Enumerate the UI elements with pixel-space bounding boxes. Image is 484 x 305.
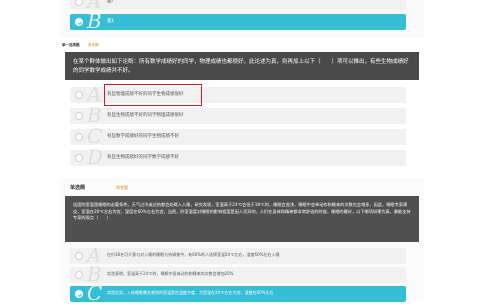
option-letter: B bbox=[87, 9, 102, 33]
question-box: 在某个群体做出如下论断：所有数学成绩好的同学，物理成绩也都很好。此论述为真，则再… bbox=[65, 52, 419, 80]
option-a[interactable]: A 面ⅰ bbox=[70, 0, 406, 12]
option-b[interactable]: B 面ⅱ bbox=[70, 10, 406, 32]
radio-button[interactable] bbox=[75, 91, 83, 99]
top-question-card: A 面ⅰ B 面ⅱ bbox=[60, 0, 424, 38]
question-text: 在某个群体做出如下论断：所有数学成绩好的同学，物理成绩也都很好。此论述为真，则再… bbox=[73, 59, 409, 74]
radio-button-checked[interactable] bbox=[75, 290, 83, 298]
option-letter: A bbox=[87, 82, 102, 106]
option-text: 在约38名可介意与对入睡的睡眠与待调查中，有60%的人选择室温20℃左右，湿度6… bbox=[107, 252, 280, 257]
radio-button-checked[interactable] bbox=[75, 18, 83, 26]
section-title: 单选题 bbox=[70, 185, 86, 191]
option-letter: D bbox=[87, 145, 104, 169]
question-tag: 常考题 bbox=[88, 43, 99, 47]
option-text: 有些数学成绩好的同学生物成绩不好 bbox=[107, 134, 179, 139]
radio-button[interactable] bbox=[75, 252, 83, 260]
option-letter: C bbox=[87, 281, 103, 305]
option-text: 实验证实，入体睡眠最先感觉的室温是在温度中度，为室温在20℃左右为宜，湿度在60… bbox=[107, 290, 274, 295]
radio-button[interactable] bbox=[75, 133, 83, 141]
second-question-card: 单选题 常考题 适度的室温是睡眠的必要条件。天气过冷或过热都会妨碍入人睡，研究发… bbox=[60, 178, 424, 304]
highlight-annotation bbox=[104, 84, 202, 106]
question-tag: 常考题 bbox=[116, 185, 128, 190]
radio-button[interactable] bbox=[75, 271, 83, 279]
option-text: 有些生物成绩不好的同学物理成绩很好 bbox=[107, 113, 184, 118]
checkmark-icon bbox=[77, 293, 83, 298]
option-letter: B bbox=[87, 103, 102, 127]
option-b[interactable]: B 实验表明，室温高于24℃时，睡眠中身体动作和睡来的次数会增加20% bbox=[70, 263, 406, 285]
option-b[interactable]: B 有些生物成绩不好的同学物理成绩很好 bbox=[70, 104, 406, 126]
option-c[interactable]: C 有些数学成绩好的同学生物成绩不好 bbox=[70, 125, 406, 147]
option-text: 面ⅱ bbox=[107, 19, 114, 24]
radio-button[interactable] bbox=[75, 0, 83, 6]
option-text: 实验表明，室温高于24℃时，睡眠中身体动作和睡来的次数会增加20% bbox=[107, 271, 234, 276]
option-text: 有些生物成绩好的同学数学成绩不好 bbox=[107, 155, 179, 160]
option-letter: C bbox=[87, 124, 103, 148]
option-d[interactable]: D 有些生物成绩好的同学数学成绩不好 bbox=[70, 146, 406, 168]
breadcrumb: 单一选项题 bbox=[62, 43, 80, 47]
question-text: 适度的室温是睡眠的必要条件。天气过冷或过热都会妨碍入人睡，研究发现，室温高于24… bbox=[73, 202, 411, 221]
radio-button[interactable] bbox=[75, 154, 83, 162]
checkmark-icon bbox=[77, 21, 83, 26]
option-text: 面ⅰ bbox=[107, 0, 113, 4]
radio-button[interactable] bbox=[75, 112, 83, 120]
option-a[interactable]: A 在约38名可介意与对入睡的睡眠与待调查中，有60%的人选择室温20℃左右，湿… bbox=[70, 244, 406, 266]
question-box: 适度的室温是睡眠的必要条件。天气过冷或过热都会妨碍入人睡，研究发现，室温高于24… bbox=[65, 196, 419, 242]
